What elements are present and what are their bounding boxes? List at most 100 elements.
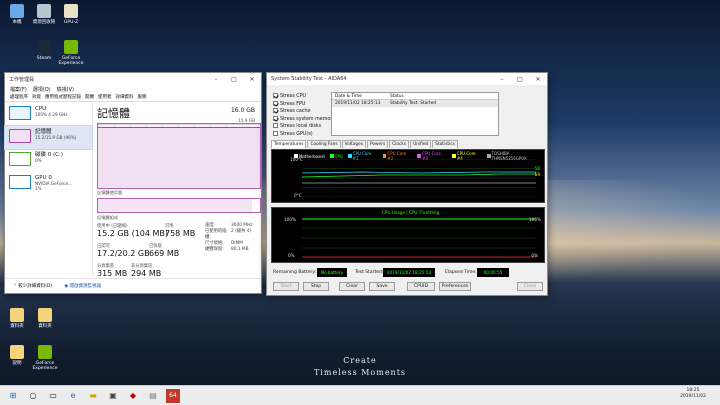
close-button[interactable]: ✕ bbox=[243, 73, 261, 85]
desktop-icon-folder-2[interactable]: 資料夾 bbox=[30, 308, 60, 329]
desktop-icon-doc[interactable]: 說明 bbox=[2, 345, 32, 366]
stress-options: Stress CPU Stress FPU Stress cache Stres… bbox=[273, 93, 335, 138]
temperature-plot bbox=[302, 159, 536, 197]
stat-nonpaged-pool: 非分頁集區 294 MB bbox=[131, 264, 162, 278]
desktop-icon-this-pc[interactable]: 本機 bbox=[2, 4, 32, 25]
maximize-button[interactable]: □ bbox=[225, 73, 243, 85]
stress-memory-checkbox[interactable]: Stress system memory bbox=[273, 115, 335, 124]
tab-powers[interactable]: Powers bbox=[366, 140, 389, 148]
maximize-button[interactable]: □ bbox=[511, 73, 529, 85]
task-manager-taskbar-icon[interactable]: ▤ bbox=[146, 389, 160, 403]
log-row[interactable]: 2019/11/02 18:25:13 Stability Test: Start… bbox=[332, 100, 498, 107]
open-resource-monitor-link[interactable]: ◉ 開啟資源監視器 bbox=[64, 283, 101, 289]
wallpaper-caption-2: Timeless Moments bbox=[313, 368, 407, 377]
remaining-battery-value: No battery bbox=[317, 268, 347, 277]
wallpaper-caption-1: Create bbox=[343, 356, 377, 365]
taskbar: ⊞ ○ ▭ e ▬ ▣ ◆ ▤ 64 18:25 2019/11/02 bbox=[0, 385, 720, 405]
steam-icon bbox=[37, 40, 51, 54]
app-icon[interactable]: ◆ bbox=[126, 389, 140, 403]
task-manager-titlebar[interactable]: 工作管理員 – □ ✕ bbox=[5, 73, 261, 85]
memory-details: 速度: 3600 MHz 已使用的插槽: 2 (總共 4) 尺寸規格: DIMM 硬體… bbox=[205, 223, 253, 252]
desktop-icon-folder-1[interactable]: 資料夾 bbox=[2, 308, 32, 329]
usage-plot bbox=[302, 218, 536, 258]
test-started-label: Test Started: bbox=[355, 270, 384, 275]
graph-tabs: Temperatures Cooling Fans Voltages Power… bbox=[271, 140, 459, 148]
stat-cached: 已快取 669 MB bbox=[149, 244, 180, 258]
tab-details[interactable]: 詳細資料 bbox=[116, 94, 134, 100]
cpu-usage-graph: CPU Usage | CPU Throttling 100% 0% 100% … bbox=[271, 207, 545, 263]
sidebar-item-disk[interactable]: 磁碟 0 (C:) 0% bbox=[5, 149, 92, 172]
temperature-graph: Motherboard CPU CPU Core #1 CPU Core #2 … bbox=[271, 149, 545, 203]
tab-app-history[interactable]: 應用程式歷程記錄 bbox=[45, 94, 81, 100]
folder-icon bbox=[38, 308, 52, 322]
tab-startup[interactable]: 開機 bbox=[85, 94, 94, 100]
menu-bar: 檔案(F) 選項(O) 檢視(V) bbox=[5, 85, 261, 93]
tab-statistics[interactable]: Statistics bbox=[432, 140, 458, 148]
usage-axis-min: 0% bbox=[288, 253, 295, 258]
composition-label: 記憶體組成 bbox=[97, 215, 118, 220]
desktop-icon-gpuz[interactable]: GPU-Z bbox=[56, 4, 86, 25]
performance-sidebar: CPU 100% 4.29 GHz 記憶體 15.2/15.9 GB (96%) 磁… bbox=[4, 103, 93, 276]
temp-axis-min: 0°C bbox=[294, 193, 302, 198]
clear-button[interactable]: Clear bbox=[339, 282, 365, 291]
stat-in-use: 使用中 (已壓縮) 15.2 GB (104 MB) bbox=[97, 224, 169, 238]
fewer-details-button[interactable]: ⌃ 較少詳細資料(D) bbox=[13, 283, 52, 289]
menu-file[interactable]: 檔案(F) bbox=[10, 86, 27, 93]
preferences-button[interactable]: Preferences bbox=[439, 282, 471, 291]
sidebar-item-cpu[interactable]: CPU 100% 4.29 GHz bbox=[5, 103, 92, 126]
close-button[interactable]: ✕ bbox=[529, 73, 547, 85]
save-button[interactable]: Save bbox=[369, 282, 395, 291]
menu-options[interactable]: 選項(O) bbox=[33, 86, 51, 93]
cpuid-button[interactable]: CPUID bbox=[407, 282, 435, 291]
minimize-button[interactable]: – bbox=[493, 73, 511, 85]
edge-icon[interactable]: e bbox=[66, 389, 80, 403]
desktop-icon-steam[interactable]: Steam bbox=[29, 40, 59, 61]
tab-performance[interactable]: 效能 bbox=[32, 94, 41, 100]
tab-cooling-fans[interactable]: Cooling Fans bbox=[307, 140, 341, 148]
usage-readout-bottom: 0% bbox=[531, 253, 538, 258]
desktop-icon-geforce-2[interactable]: GeForce Experience bbox=[30, 345, 60, 371]
aida64-titlebar[interactable]: System Stability Test - AIDA64 – □ ✕ bbox=[267, 73, 547, 85]
stress-disks-checkbox[interactable]: Stress local disks bbox=[273, 123, 335, 131]
tab-clocks[interactable]: Clocks bbox=[389, 140, 410, 148]
cpu-mini-graph bbox=[9, 106, 31, 120]
sidebar-item-gpu[interactable]: GPU 0 NVIDIA GeForce... 1% bbox=[5, 172, 92, 195]
folder-icon bbox=[10, 308, 24, 322]
usage-axis-max: 100% bbox=[284, 217, 296, 222]
file-explorer-icon[interactable]: ▬ bbox=[86, 389, 100, 403]
tab-processes[interactable]: 處理程序 bbox=[10, 94, 28, 100]
stress-cpu-checkbox[interactable]: Stress CPU bbox=[273, 93, 335, 101]
stress-fpu-checkbox[interactable]: Stress FPU bbox=[273, 100, 335, 109]
start-button[interactable]: Start bbox=[273, 282, 299, 291]
minimize-button[interactable]: – bbox=[207, 73, 225, 85]
aida64-taskbar-icon[interactable]: 64 bbox=[166, 388, 180, 403]
search-icon[interactable]: ○ bbox=[26, 389, 40, 403]
tab-voltages[interactable]: Voltages bbox=[341, 140, 366, 148]
elapsed-time-value: 00:00:55 bbox=[477, 268, 509, 277]
gpu-mini-graph bbox=[9, 175, 31, 189]
store-icon[interactable]: ▣ bbox=[106, 389, 120, 403]
stress-gpu-checkbox[interactable]: Stress GPU(s) bbox=[273, 130, 335, 139]
task-manager-window: 工作管理員 – □ ✕ 檔案(F) 選項(O) 檢視(V) 處理程序 效能 應用… bbox=[4, 72, 262, 294]
aida64-window: System Stability Test - AIDA64 – □ ✕ Str… bbox=[266, 72, 548, 296]
memory-composition-bar bbox=[97, 198, 261, 213]
stress-cache-checkbox[interactable]: Stress cache bbox=[273, 108, 335, 116]
window-title: 工作管理員 bbox=[9, 76, 35, 83]
graph-label: 記憶體使用量 bbox=[97, 190, 123, 195]
total-memory: 16.0 GB bbox=[230, 107, 255, 114]
close-dialog-button[interactable]: Close bbox=[517, 282, 543, 291]
tab-unified[interactable]: Unified bbox=[410, 140, 432, 148]
menu-view[interactable]: 檢視(V) bbox=[57, 86, 74, 93]
start-icon[interactable]: ⊞ bbox=[6, 389, 20, 403]
test-started-value: 2019/11/02 18:25:13 bbox=[383, 268, 435, 277]
stop-button[interactable]: Stop bbox=[303, 282, 329, 291]
tab-temperatures[interactable]: Temperatures bbox=[271, 140, 307, 148]
system-clock[interactable]: 18:25 2019/11/02 bbox=[680, 388, 706, 400]
sidebar-item-memory[interactable]: 記憶體 15.2/15.9 GB (96%) bbox=[4, 125, 93, 150]
desktop-icon-geforce[interactable]: GeForce Experience bbox=[56, 40, 86, 66]
tab-users[interactable]: 使用者 bbox=[98, 94, 112, 100]
stat-available: 可用 758 MB bbox=[165, 224, 196, 238]
desktop-icon-recycle-bin[interactable]: 資源回收筒 bbox=[29, 4, 59, 25]
tab-services[interactable]: 服務 bbox=[138, 94, 147, 100]
task-view-icon[interactable]: ▭ bbox=[46, 389, 60, 403]
